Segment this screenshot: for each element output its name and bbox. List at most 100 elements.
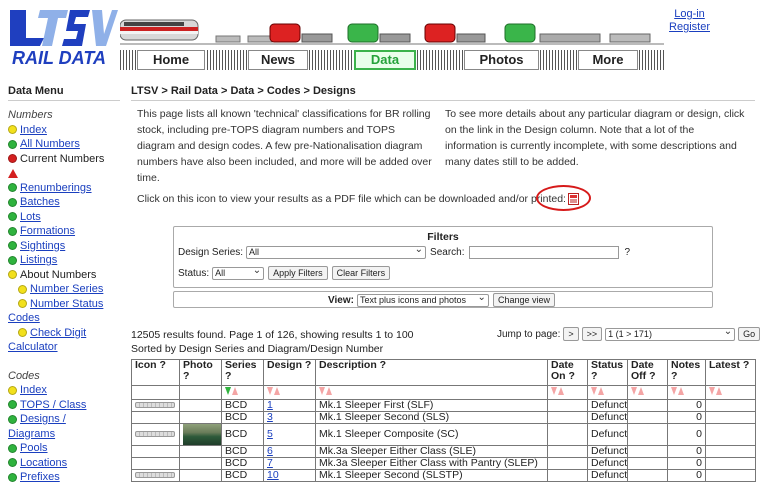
sidebar-item[interactable]: Listings [8, 253, 125, 268]
sidebar-item-label[interactable]: Number Series [30, 282, 103, 297]
sidebar-item-label[interactable]: Lots [20, 210, 41, 225]
sidebar-item[interactable]: Renumberings [8, 181, 125, 196]
change-view-button[interactable]: Change view [492, 293, 555, 307]
sidebar-item-label[interactable]: Listings [20, 253, 57, 268]
sort-descending-icon[interactable] [671, 387, 677, 395]
sidebar-item[interactable]: Locations [8, 456, 125, 471]
sort-descending-icon[interactable] [709, 387, 715, 395]
sidebar-item-label[interactable]: Diagrams [8, 427, 55, 442]
page-select[interactable]: 1 (1 > 171) [605, 326, 736, 341]
search-help-link[interactable]: ? [625, 247, 631, 258]
sidebar-item[interactable]: TOPS / Class [8, 398, 125, 413]
login-link[interactable]: Log-in [669, 8, 710, 21]
register-link[interactable]: Register [669, 21, 710, 34]
sidebar-item-label[interactable]: TOPS / Class [20, 398, 86, 413]
sort-descending-icon[interactable] [267, 387, 273, 395]
nav-home[interactable]: Home [137, 50, 205, 70]
cell-design[interactable]: 3 [263, 411, 316, 424]
sidebar-item-label[interactable]: Designs / [20, 412, 66, 427]
sidebar-item[interactable]: Number Status [8, 297, 125, 312]
sidebar-item[interactable]: Pools [8, 441, 125, 456]
sidebar-item[interactable]: Calculator [8, 340, 125, 355]
sort-descending-icon[interactable] [631, 387, 637, 395]
sidebar-item-label[interactable]: Codes [8, 311, 40, 326]
column-header[interactable]: Latest ? [705, 359, 756, 386]
cell-notes: 0 [667, 445, 706, 458]
sidebar-item-label[interactable]: Number Status [30, 297, 103, 312]
sort-ascending-icon[interactable] [716, 387, 722, 395]
sidebar-item[interactable]: Number Series [8, 282, 125, 297]
cell-description: Mk.1 Sleeper First (SLF) [315, 399, 548, 412]
sort-ascending-icon[interactable] [678, 387, 684, 395]
cell-icon [131, 469, 180, 482]
view-select[interactable]: Text plus icons and photos [356, 292, 489, 307]
apply-filters-button[interactable]: Apply Filters [268, 266, 328, 280]
sort-ascending-icon[interactable] [598, 387, 604, 395]
coach-photo[interactable] [183, 424, 221, 445]
sidebar-item[interactable]: Index [8, 383, 125, 398]
sidebar-item[interactable]: Lots [8, 210, 125, 225]
next-page-button[interactable]: > [563, 327, 579, 341]
cell-photo[interactable] [179, 423, 222, 446]
column-header[interactable]: Notes ? [667, 359, 706, 386]
nav-photos[interactable]: Photos [464, 50, 539, 70]
column-header[interactable]: Description ? [315, 359, 548, 386]
sort-descending-icon[interactable] [551, 387, 557, 395]
column-header[interactable]: Date Off ? [627, 359, 668, 386]
sidebar-item-label[interactable]: Prefixes [20, 470, 60, 485]
column-header[interactable]: Design ? [263, 359, 316, 386]
sidebar-item[interactable]: All Numbers [8, 137, 125, 152]
sidebar-item[interactable]: Codes [8, 311, 125, 326]
sidebar-item[interactable]: Batches [8, 195, 125, 210]
sort-ascending-icon[interactable] [558, 387, 564, 395]
sidebar-item-label[interactable]: Sightings [20, 239, 65, 254]
sidebar-item-label[interactable]: Locations [20, 456, 67, 471]
sidebar-item-label[interactable]: Index [20, 123, 47, 138]
sort-descending-icon[interactable] [319, 387, 325, 395]
sidebar-item[interactable]: Index [8, 123, 125, 138]
nav-more[interactable]: More [578, 50, 638, 70]
sidebar-item-label[interactable]: Pools [20, 441, 48, 456]
search-input[interactable] [468, 246, 619, 259]
last-page-button[interactable]: >> [581, 327, 603, 341]
sort-ascending-icon[interactable] [232, 387, 238, 395]
column-header[interactable]: Icon ? [131, 359, 180, 386]
sidebar-item-label[interactable]: Check Digit [30, 326, 86, 341]
sidebar-item[interactable]: Check Digit [8, 326, 125, 341]
cell-notes: 0 [667, 457, 706, 470]
sort-ascending-icon[interactable] [274, 387, 280, 395]
sort-ascending-icon[interactable] [326, 387, 332, 395]
nav-data[interactable]: Data [354, 50, 416, 70]
sidebar-item-label[interactable]: All Numbers [20, 137, 80, 152]
sidebar-item-label[interactable]: Renumberings [20, 181, 92, 196]
sidebar-item[interactable]: Diagrams [8, 427, 125, 442]
cell-latest [705, 411, 756, 424]
status-select[interactable]: All [212, 265, 265, 280]
cell-design[interactable]: 6 [263, 445, 316, 458]
column-header[interactable]: Series ? [221, 359, 264, 386]
sort-descending-icon[interactable] [591, 387, 597, 395]
cell-design[interactable]: 10 [263, 469, 316, 482]
sidebar-item-label[interactable]: Formations [20, 224, 75, 239]
sidebar-item[interactable]: Sightings [8, 239, 125, 254]
sort-ascending-icon[interactable] [638, 387, 644, 395]
sidebar-item-label[interactable]: Index [20, 383, 47, 398]
column-header[interactable]: Photo ? [179, 359, 222, 386]
column-header[interactable]: Date On ? [547, 359, 588, 386]
go-button[interactable]: Go [738, 327, 760, 341]
site-logo[interactable]: RAIL DATA [10, 8, 118, 70]
sidebar-item-label[interactable]: Calculator [8, 340, 58, 355]
sidebar-item-label[interactable]: Batches [20, 195, 60, 210]
clear-filters-button[interactable]: Clear Filters [331, 266, 391, 280]
sidebar-item[interactable]: Formations [8, 224, 125, 239]
cell-design[interactable]: 1 [263, 399, 316, 412]
nav-news[interactable]: News [248, 50, 308, 70]
column-header[interactable]: Status ? [587, 359, 628, 386]
green-status-icon [8, 458, 17, 468]
cell-design[interactable]: 5 [263, 423, 316, 446]
sort-descending-icon[interactable] [225, 387, 231, 395]
design-series-select[interactable]: All [246, 244, 427, 259]
cell-design[interactable]: 7 [263, 457, 316, 470]
sidebar-item[interactable]: Designs / [8, 412, 125, 427]
sidebar-item[interactable]: Prefixes [8, 470, 125, 485]
